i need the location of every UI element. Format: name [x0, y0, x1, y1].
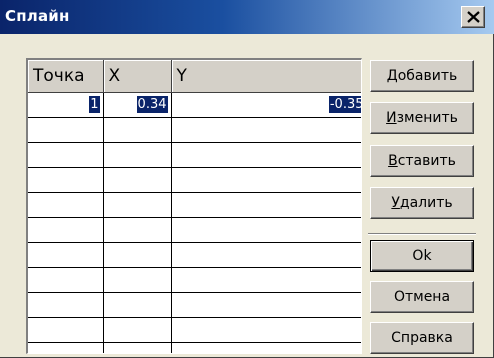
cell-x[interactable] [103, 117, 172, 143]
edit-label: зменить [396, 110, 458, 126]
cancel-button[interactable]: Отмена [370, 281, 474, 313]
cell-point[interactable] [28, 342, 104, 353]
table-row[interactable] [28, 217, 361, 243]
cell-point[interactable] [28, 167, 104, 193]
edit-accel: И [386, 110, 397, 126]
cell-value: 1 [89, 96, 100, 113]
insert-accel: В [388, 153, 398, 169]
ok-button[interactable]: Ok [370, 240, 474, 272]
cell-x[interactable] [103, 217, 172, 243]
add-label: обавить [397, 68, 458, 84]
table-row[interactable] [28, 142, 361, 168]
cell-y[interactable] [171, 167, 361, 193]
cell-point[interactable] [28, 192, 104, 218]
close-button[interactable] [461, 6, 485, 28]
cell-x[interactable] [103, 342, 172, 353]
column-header-x[interactable]: X [103, 60, 172, 93]
cell-x[interactable] [103, 267, 172, 293]
cell-x[interactable]: 0.34 [103, 92, 172, 118]
cell-point[interactable] [28, 317, 104, 343]
cell-y[interactable] [171, 292, 361, 318]
cell-y[interactable] [171, 342, 361, 353]
insert-label: ставить [397, 153, 456, 169]
cell-y[interactable] [171, 142, 361, 168]
cell-x[interactable] [103, 192, 172, 218]
cell-point[interactable] [28, 242, 104, 268]
edit-button[interactable]: Изменить [370, 102, 474, 134]
cell-value: -0.35 [328, 96, 361, 113]
grid-header-row: Точка X Y [28, 60, 361, 93]
cell-x[interactable] [103, 292, 172, 318]
add-button[interactable]: Добавить [370, 60, 474, 92]
cell-y[interactable] [171, 192, 361, 218]
table-row[interactable] [28, 242, 361, 268]
column-header-point[interactable]: Точка [28, 60, 104, 93]
cell-point[interactable] [28, 267, 104, 293]
insert-button[interactable]: Вставить [370, 145, 474, 177]
cell-y[interactable] [171, 242, 361, 268]
table-row[interactable] [28, 317, 361, 343]
cell-y[interactable] [171, 217, 361, 243]
column-header-y[interactable]: Y [171, 60, 361, 93]
cell-y[interactable]: -0.35 [171, 92, 361, 118]
cell-point[interactable] [28, 292, 104, 318]
table-row[interactable]: 1 0.34 -0.35 [28, 92, 361, 118]
table-row[interactable] [28, 192, 361, 218]
cell-y[interactable] [171, 117, 361, 143]
cell-point[interactable] [28, 117, 104, 143]
points-grid[interactable]: Точка X Y 1 0.34 -0.35 [26, 58, 362, 354]
cell-x[interactable] [103, 242, 172, 268]
delete-button[interactable]: Удалить [370, 187, 474, 219]
spline-dialog: Сплайн Точка X Y 1 0.34 -0.35 Добавить Изм… [0, 0, 494, 358]
table-row[interactable] [28, 167, 361, 193]
cell-x[interactable] [103, 167, 172, 193]
button-separator [368, 233, 476, 235]
points-table: Точка X Y 1 0.34 -0.35 [28, 60, 361, 353]
table-row[interactable] [28, 292, 361, 318]
add-accel: Д [386, 68, 398, 84]
table-row[interactable] [28, 267, 361, 293]
cell-x[interactable] [103, 142, 172, 168]
cell-value: 0.34 [136, 96, 168, 113]
cell-x[interactable] [103, 317, 172, 343]
close-icon [467, 11, 480, 23]
window-title: Сплайн [5, 7, 70, 25]
help-button[interactable]: Справка [370, 322, 474, 354]
cell-y[interactable] [171, 267, 361, 293]
cell-point[interactable] [28, 142, 104, 168]
delete-label: далить [399, 195, 453, 211]
delete-accel: У [391, 195, 400, 211]
table-row[interactable] [28, 342, 361, 353]
title-bar[interactable]: Сплайн [0, 0, 494, 34]
cell-y[interactable] [171, 317, 361, 343]
table-row[interactable] [28, 117, 361, 143]
cell-point[interactable]: 1 [28, 92, 104, 118]
cell-point[interactable] [28, 217, 104, 243]
